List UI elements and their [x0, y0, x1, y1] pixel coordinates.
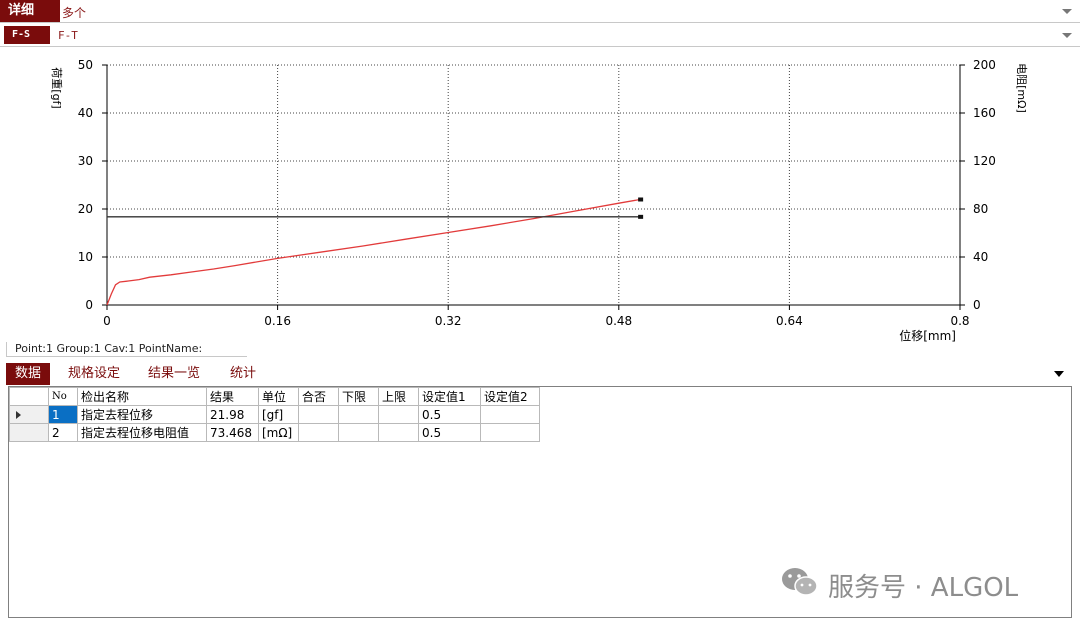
- tab-results-list[interactable]: 结果一览: [148, 363, 200, 385]
- table-cell[interactable]: 1: [48, 405, 78, 424]
- results-table: No 检出名称 结果 单位 合否 下限 上限 设定值1 设定值2 1 指定去程位…: [9, 387, 540, 442]
- table-cell[interactable]: [480, 423, 540, 442]
- chevron-down-icon[interactable]: [1062, 9, 1072, 14]
- col-header-set1[interactable]: 设定值1: [418, 387, 481, 406]
- table-cell[interactable]: 指定去程位移电阻值: [77, 423, 207, 442]
- y-tick-label: 30: [78, 154, 93, 168]
- table-cell[interactable]: [mΩ]: [258, 423, 299, 442]
- x-tick-label: 0.8: [950, 314, 969, 328]
- detail-select-value[interactable]: 多个: [62, 4, 86, 21]
- y2-tick-label: 200: [973, 58, 996, 72]
- load-series-line: [106, 198, 641, 306]
- row-header[interactable]: [9, 423, 49, 442]
- chevron-down-icon[interactable]: [1062, 33, 1072, 38]
- table-cell[interactable]: 2: [48, 423, 78, 442]
- table-cell[interactable]: [480, 405, 540, 424]
- col-header-lower[interactable]: 下限: [338, 387, 379, 406]
- mode-select-value[interactable]: F-T: [58, 29, 78, 42]
- table-header-row: No 检出名称 结果 单位 合否 下限 上限 设定值1 设定值2: [9, 387, 540, 406]
- y-tick-label: 50: [78, 58, 93, 72]
- watermark-text: 服务号 · ALGOL: [828, 573, 1019, 603]
- detail-tab[interactable]: 详细: [0, 0, 60, 22]
- table-cell[interactable]: 0.5: [418, 423, 481, 442]
- col-header-pass[interactable]: 合否: [298, 387, 339, 406]
- table-row[interactable]: 2 指定去程位移电阻值 73.468 [mΩ] 0.5: [9, 423, 540, 442]
- tabs-menu-icon[interactable]: [1054, 371, 1064, 377]
- x-tick-label: 0.64: [776, 314, 803, 328]
- table-cell[interactable]: 0.5: [418, 405, 481, 424]
- tab-bar: 数据 规格设定 结果一览 统计: [0, 363, 1080, 385]
- y-tick-label: 20: [78, 202, 93, 216]
- table-cell[interactable]: [338, 405, 379, 424]
- table-row[interactable]: 1 指定去程位移 21.98 [gf] 0.5: [9, 405, 540, 424]
- table-cell[interactable]: [378, 405, 419, 424]
- table-cell[interactable]: [gf]: [258, 405, 299, 424]
- force-stroke-chart: 0 10 20 30 40 50 0 40 80 120 160 200 0 0.16 0.32 0.48 0.…: [50, 58, 1028, 343]
- y-tick-label: 0: [85, 298, 93, 312]
- mode-row: F-S F-T: [0, 24, 1080, 47]
- table-cell[interactable]: 指定去程位移: [77, 405, 207, 424]
- x-tick-label: 0.32: [435, 314, 462, 328]
- series-end-marker: [638, 197, 644, 202]
- row-pointer-icon: [16, 410, 21, 419]
- y-tick-label: 40: [78, 106, 93, 120]
- row-header-corner: [9, 387, 49, 406]
- table-cell[interactable]: 21.98: [206, 405, 259, 424]
- col-header-no[interactable]: No: [48, 387, 78, 406]
- y2-axis-label: 电阻[mΩ]: [1015, 63, 1028, 113]
- col-header-name[interactable]: 检出名称: [77, 387, 207, 406]
- tab-statistics[interactable]: 统计: [230, 363, 256, 385]
- tab-spec-settings[interactable]: 规格设定: [68, 363, 120, 385]
- point-status: Point:1 Group:1 Cav:1 PointName:: [6, 342, 247, 357]
- y2-tick-label: 120: [973, 154, 996, 168]
- col-header-unit[interactable]: 单位: [258, 387, 299, 406]
- x-tick-label: 0: [103, 314, 111, 328]
- table-cell[interactable]: [338, 423, 379, 442]
- table-cell[interactable]: [378, 423, 419, 442]
- table-cell[interactable]: 73.468: [206, 423, 259, 442]
- series-end-marker: [638, 214, 644, 219]
- wechat-icon: [782, 568, 818, 596]
- col-header-set2[interactable]: 设定值2: [480, 387, 540, 406]
- x-axis-label: 位移[mm]: [899, 328, 956, 343]
- mode-tab[interactable]: F-S: [4, 26, 50, 44]
- y2-tick-label: 80: [973, 202, 988, 216]
- tab-data[interactable]: 数据: [6, 363, 51, 385]
- y-axis-label: 荷重[gf]: [50, 67, 64, 108]
- row-header[interactable]: [9, 405, 49, 424]
- table-cell[interactable]: [298, 405, 339, 424]
- x-tick-label: 0.16: [264, 314, 291, 328]
- table-cell[interactable]: [298, 423, 339, 442]
- y2-tick-label: 0: [973, 298, 981, 312]
- col-header-result[interactable]: 结果: [206, 387, 259, 406]
- y2-tick-label: 160: [973, 106, 996, 120]
- detail-row: 详细 多个: [0, 0, 1080, 23]
- y2-tick-label: 40: [973, 250, 988, 264]
- x-tick-label: 0.48: [605, 314, 632, 328]
- y-tick-label: 10: [78, 250, 93, 264]
- col-header-upper[interactable]: 上限: [378, 387, 419, 406]
